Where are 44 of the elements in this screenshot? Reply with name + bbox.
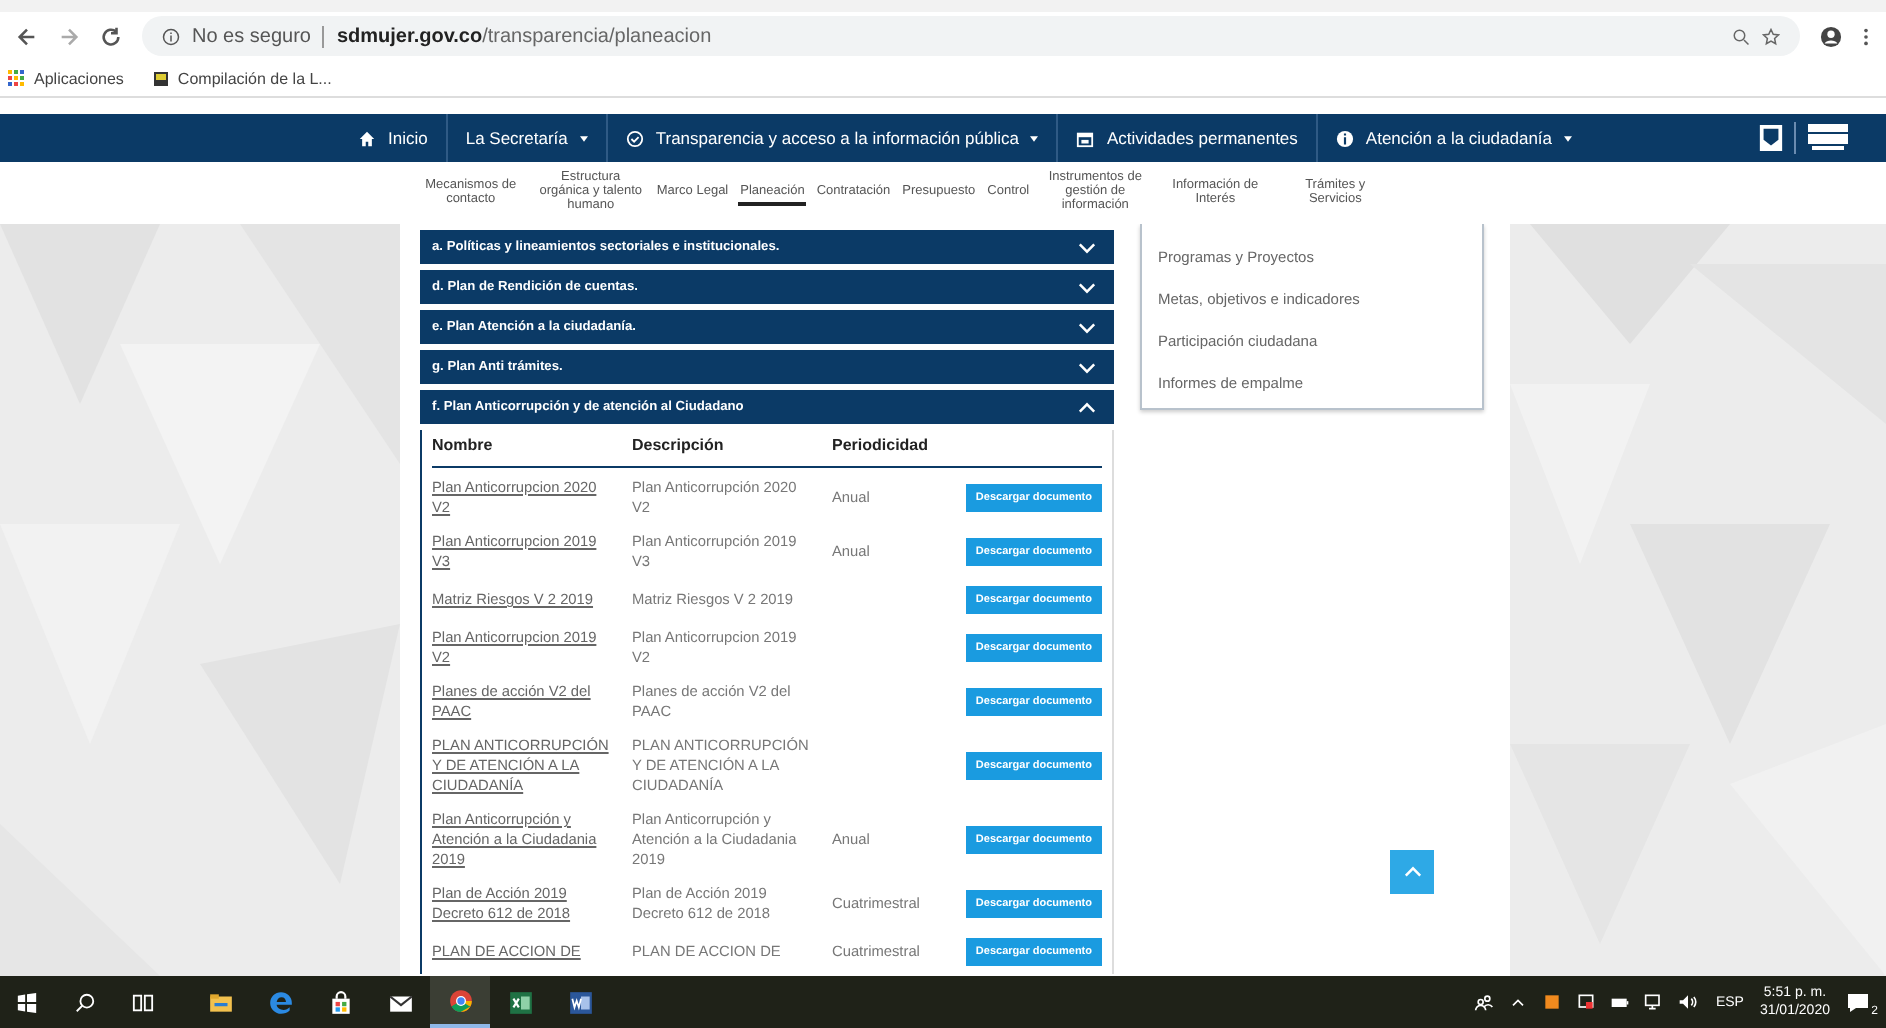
chevron-up-icon bbox=[1403, 866, 1421, 878]
chevron-up-icon bbox=[1078, 401, 1096, 413]
zoom-icon[interactable] bbox=[1732, 27, 1750, 45]
back-icon[interactable] bbox=[16, 25, 38, 47]
chevron-down-icon bbox=[1078, 361, 1096, 373]
monitor-tray-icon[interactable] bbox=[1575, 992, 1596, 1012]
search-icon[interactable] bbox=[74, 991, 96, 1013]
nav-item[interactable]: Transparencia y acceso a la información pública bbox=[605, 114, 1057, 162]
account-icon[interactable] bbox=[1820, 25, 1842, 47]
logo-icon bbox=[1806, 122, 1850, 154]
apps-icon bbox=[8, 69, 26, 87]
home-icon bbox=[358, 129, 376, 147]
security-label: No es seguro bbox=[192, 25, 311, 47]
info-icon bbox=[162, 27, 180, 45]
task-view-icon[interactable] bbox=[132, 991, 154, 1013]
chevron-down-icon bbox=[1078, 281, 1096, 293]
menu-icon[interactable] bbox=[1862, 25, 1870, 47]
bookmark[interactable]: Compilación de la L... bbox=[151, 69, 332, 87]
calendar-icon bbox=[1076, 129, 1095, 147]
chevron-down-icon bbox=[1078, 321, 1096, 333]
nav-item[interactable]: Actividades permanentes bbox=[1056, 114, 1316, 162]
chrome-app-icon[interactable] bbox=[430, 976, 490, 1028]
info-icon bbox=[1335, 129, 1354, 147]
nav-item[interactable]: Atención a la ciudadanía bbox=[1315, 114, 1591, 162]
address-bar[interactable]: No es seguro sdmujer.gov.co/transparencia/planeacion bbox=[142, 16, 1800, 56]
network-icon[interactable] bbox=[1643, 992, 1664, 1012]
page-icon bbox=[151, 69, 170, 87]
reload-icon[interactable] bbox=[100, 25, 122, 47]
check-circle-icon bbox=[625, 129, 644, 147]
star-icon[interactable] bbox=[1762, 27, 1780, 45]
message-icon bbox=[1846, 990, 1870, 1014]
url-text: sdmujer.gov.co/transparencia/planeacion bbox=[336, 25, 712, 47]
column-header: Periodicidad bbox=[832, 436, 931, 456]
volume-icon[interactable] bbox=[1677, 992, 1698, 1012]
windows-icon[interactable] bbox=[16, 991, 38, 1013]
bookmark[interactable]: Aplicaciones bbox=[8, 69, 124, 87]
app-tray-icon[interactable] bbox=[1541, 992, 1562, 1012]
chevron-down-icon bbox=[1078, 241, 1096, 253]
nav-item[interactable]: La Secretaría bbox=[445, 114, 606, 162]
nav-item[interactable]: Inicio bbox=[340, 114, 446, 162]
crest-icon bbox=[1758, 122, 1784, 154]
column-header: Descripción bbox=[632, 436, 726, 456]
people-icon[interactable] bbox=[1473, 992, 1494, 1012]
column-header: Nombre bbox=[432, 436, 495, 456]
